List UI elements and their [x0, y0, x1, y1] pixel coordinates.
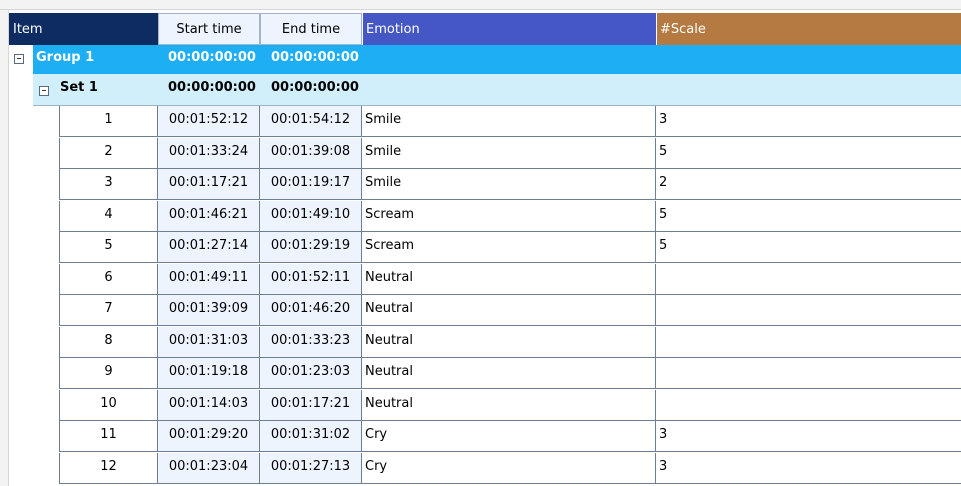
end-time-cell[interactable]: 00:01:52:11	[260, 263, 362, 295]
emotion-cell[interactable]: Cry	[362, 421, 656, 452]
item-number-cell[interactable]: 8	[59, 326, 158, 358]
item-number-cell[interactable]: 9	[59, 358, 158, 389]
scale-cell[interactable]: 3	[656, 106, 961, 137]
item-number-cell[interactable]: 11	[59, 421, 158, 452]
column-header-start-time[interactable]: Start time	[158, 13, 260, 45]
scale-cell[interactable]	[656, 263, 961, 295]
top-border	[0, 0, 961, 10]
group-label: Group 1	[36, 50, 95, 65]
column-header-emotion[interactable]: Emotion	[362, 13, 656, 45]
table-row[interactable]: 8 00:01:31:03 00:01:33:23 Neutral	[59, 326, 961, 358]
column-header-start-label: Start time	[176, 21, 242, 37]
set-start-time: 00:00:00:00	[168, 80, 256, 95]
start-time-cell[interactable]: 00:01:23:04	[158, 452, 260, 484]
end-time-cell[interactable]: 00:01:33:23	[260, 326, 362, 358]
table-row[interactable]: 2 00:01:33:24 00:01:39:08 Smile 5	[59, 137, 961, 169]
end-time-cell[interactable]: 00:01:46:20	[260, 295, 362, 326]
collapse-set-icon[interactable]	[39, 86, 49, 96]
table-row[interactable]: 1 00:01:52:12 00:01:54:12 Smile 3	[59, 106, 961, 137]
item-number-cell[interactable]: 6	[59, 263, 158, 295]
end-time-cell[interactable]: 00:01:23:03	[260, 358, 362, 389]
table-row[interactable]: 3 00:01:17:21 00:01:19:17 Smile 2	[59, 169, 961, 200]
scale-cell[interactable]: 5	[656, 137, 961, 169]
start-time-cell[interactable]: 00:01:29:20	[158, 421, 260, 452]
column-header-item-label: Item	[13, 21, 43, 37]
emotion-cell[interactable]: Smile	[362, 137, 656, 169]
item-number-cell[interactable]: 4	[59, 200, 158, 232]
end-time-cell[interactable]: 00:01:19:17	[260, 169, 362, 200]
column-header-emotion-label: Emotion	[366, 21, 420, 37]
table-row[interactable]: 4 00:01:46:21 00:01:49:10 Scream 5	[59, 200, 961, 232]
start-time-cell[interactable]: 00:01:31:03	[158, 326, 260, 358]
start-time-cell[interactable]: 00:01:39:09	[158, 295, 260, 326]
column-header-end-label: End time	[281, 21, 341, 37]
start-time-cell[interactable]: 00:01:49:11	[158, 263, 260, 295]
scale-cell[interactable]: 2	[656, 169, 961, 200]
table-row[interactable]: 9 00:01:19:18 00:01:23:03 Neutral	[59, 358, 961, 389]
scale-cell[interactable]: 3	[656, 421, 961, 452]
table-row[interactable]: 11 00:01:29:20 00:01:31:02 Cry 3	[59, 421, 961, 452]
end-time-cell[interactable]: 00:01:17:21	[260, 389, 362, 421]
emotion-cell[interactable]: Smile	[362, 169, 656, 200]
emotion-cell[interactable]: Neutral	[362, 263, 656, 295]
collapse-group-icon[interactable]	[14, 54, 24, 64]
start-time-cell[interactable]: 00:01:17:21	[158, 169, 260, 200]
scale-cell[interactable]	[656, 326, 961, 358]
start-time-cell[interactable]: 00:01:14:03	[158, 389, 260, 421]
emotion-cell[interactable]: Neutral	[362, 389, 656, 421]
end-time-cell[interactable]: 00:01:29:19	[260, 232, 362, 263]
item-number-cell[interactable]: 12	[59, 452, 158, 484]
scale-cell[interactable]: 5	[656, 232, 961, 263]
group-start-time: 00:00:00:00	[168, 50, 256, 65]
scale-cell[interactable]	[656, 358, 961, 389]
column-header-scale[interactable]: #Scale	[656, 13, 961, 45]
set-row[interactable]: Set 1 00:00:00:00 00:00:00:00	[33, 74, 961, 106]
table-row[interactable]: 12 00:01:23:04 00:01:27:13 Cry 3	[59, 452, 961, 484]
emotion-cell[interactable]: Scream	[362, 200, 656, 232]
start-time-cell[interactable]: 00:01:46:21	[158, 200, 260, 232]
end-time-cell[interactable]: 00:01:31:02	[260, 421, 362, 452]
group-end-time: 00:00:00:00	[271, 50, 359, 65]
end-time-cell[interactable]: 00:01:54:12	[260, 106, 362, 137]
group-row[interactable]: Group 1 00:00:00:00 00:00:00:00	[14, 45, 961, 74]
item-number-cell[interactable]: 3	[59, 169, 158, 200]
emotion-cell[interactable]: Cry	[362, 452, 656, 484]
column-header-scale-label: #Scale	[660, 21, 706, 37]
scale-cell[interactable]: 5	[656, 200, 961, 232]
item-number-cell[interactable]: 2	[59, 137, 158, 169]
table-row[interactable]: 6 00:01:49:11 00:01:52:11 Neutral	[59, 263, 961, 295]
end-time-cell[interactable]: 00:01:49:10	[260, 200, 362, 232]
table-row[interactable]: 7 00:01:39:09 00:01:46:20 Neutral	[59, 295, 961, 326]
scale-cell[interactable]: 3	[656, 452, 961, 484]
item-number-cell[interactable]: 7	[59, 295, 158, 326]
emotion-cell[interactable]: Neutral	[362, 358, 656, 389]
item-number-cell[interactable]: 5	[59, 232, 158, 263]
end-time-cell[interactable]: 00:01:39:08	[260, 137, 362, 169]
left-border	[0, 10, 9, 486]
start-time-cell[interactable]: 00:01:33:24	[158, 137, 260, 169]
emotion-cell[interactable]: Neutral	[362, 326, 656, 358]
column-header-item[interactable]: Item	[9, 13, 158, 45]
start-time-cell[interactable]: 00:01:19:18	[158, 358, 260, 389]
set-end-time: 00:00:00:00	[271, 80, 359, 95]
scale-cell[interactable]	[656, 295, 961, 326]
emotion-cell[interactable]: Smile	[362, 106, 656, 137]
item-number-cell[interactable]: 10	[59, 389, 158, 421]
start-time-cell[interactable]: 00:01:27:14	[158, 232, 260, 263]
column-header-end-time[interactable]: End time	[260, 13, 362, 45]
start-time-cell[interactable]: 00:01:52:12	[158, 106, 260, 137]
item-number-cell[interactable]: 1	[59, 106, 158, 137]
table-row[interactable]: 5 00:01:27:14 00:01:29:19 Scream 5	[59, 232, 961, 263]
set-label: Set 1	[60, 80, 98, 95]
scale-cell[interactable]	[656, 389, 961, 421]
end-time-cell[interactable]: 00:01:27:13	[260, 452, 362, 484]
emotion-cell[interactable]: Neutral	[362, 295, 656, 326]
table-row[interactable]: 10 00:01:14:03 00:01:17:21 Neutral	[59, 389, 961, 421]
emotion-cell[interactable]: Scream	[362, 232, 656, 263]
